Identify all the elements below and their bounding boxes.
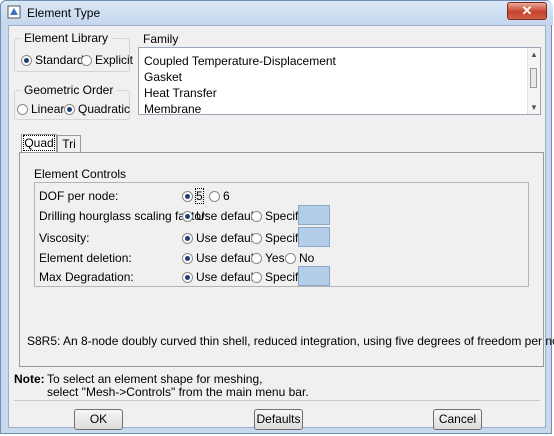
drilling-specify-radio[interactable]: Specify <box>251 209 304 223</box>
element-controls-box: DOF per node: 5 6 Drilling hourglass sca… <box>34 182 529 287</box>
defaults-button[interactable]: Defaults <box>254 409 303 430</box>
degradation-label: Max Degradation: <box>39 270 134 284</box>
degradation-value-field[interactable] <box>298 266 330 286</box>
scroll-down-icon[interactable]: ▼ <box>530 103 538 112</box>
title-bar[interactable]: Element Type ✕ <box>1 1 553 25</box>
note-line-1: To select an element shape for meshing, <box>47 372 263 386</box>
radio-selected-icon <box>182 211 193 222</box>
scroll-thumb[interactable] <box>530 68 537 88</box>
order-linear-radio[interactable]: Linear <box>17 102 64 116</box>
deletion-label: Element deletion: <box>39 251 132 265</box>
app-icon <box>7 5 21 19</box>
geometric-order-group: Geometric Order Linear Quadratic <box>14 83 130 120</box>
radio-unselected-icon <box>251 233 262 244</box>
element-library-group: Element Library Standard Explicit <box>14 31 133 72</box>
radio-selected-icon <box>182 191 193 202</box>
radio-unselected-icon <box>251 211 262 222</box>
close-button[interactable]: ✕ <box>507 2 547 20</box>
deletion-no-radio[interactable]: No <box>285 251 314 265</box>
radio-selected-icon <box>64 104 75 115</box>
divider <box>14 400 540 401</box>
family-item[interactable]: Membrane <box>144 102 201 116</box>
note-line-2: select "Mesh->Controls" from the main me… <box>47 385 309 399</box>
radio-unselected-icon <box>81 55 92 66</box>
dof-5-radio[interactable]: 5 <box>182 188 204 204</box>
radio-unselected-icon <box>251 272 262 283</box>
order-quadratic-radio[interactable]: Quadratic <box>64 102 130 116</box>
family-scrollbar[interactable]: ▲ ▼ <box>527 48 540 114</box>
library-explicit-radio[interactable]: Explicit <box>81 53 133 67</box>
drilling-default-radio[interactable]: Use default <box>182 209 257 223</box>
geometric-order-title: Geometric Order <box>21 83 117 97</box>
element-type-dialog: Element Type ✕ Element Library Standard … <box>0 0 554 434</box>
element-description: S8R5: An 8-node doubly curved thin shell… <box>27 334 554 348</box>
radio-unselected-icon <box>17 104 28 115</box>
close-icon: ✕ <box>521 3 533 18</box>
radio-selected-icon <box>182 272 193 283</box>
cancel-button[interactable]: Cancel <box>433 409 482 430</box>
dialog-body: Element Library Standard Explicit Geomet… <box>8 25 554 430</box>
element-controls-title: Element Controls <box>34 167 127 181</box>
scroll-up-icon[interactable]: ▲ <box>530 50 538 59</box>
family-item[interactable]: Gasket <box>144 70 182 84</box>
viscosity-specify-radio[interactable]: Specify <box>251 231 304 245</box>
window-title: Element Type <box>27 6 101 20</box>
family-listbox[interactable]: Coupled Temperature-Displacement Gasket … <box>138 47 541 116</box>
tab-quad[interactable]: Quad <box>21 134 57 153</box>
library-standard-radio[interactable]: Standard <box>21 53 84 67</box>
family-item[interactable]: Heat Transfer <box>144 86 217 100</box>
drilling-value-field[interactable] <box>298 205 330 225</box>
viscosity-default-radio[interactable]: Use default <box>182 231 257 245</box>
dof-6-radio[interactable]: 6 <box>209 189 230 203</box>
degradation-specify-radio[interactable]: Specify <box>251 270 304 284</box>
radio-selected-icon <box>182 233 193 244</box>
viscosity-value-field[interactable] <box>298 227 330 247</box>
radio-selected-icon <box>182 253 193 264</box>
tab-tri[interactable]: Tri <box>57 135 81 153</box>
family-item[interactable]: Coupled Temperature-Displacement <box>144 54 336 68</box>
quad-tab-panel: Element Controls DOF per node: 5 6 Drill… <box>19 152 554 367</box>
radio-unselected-icon <box>285 253 296 264</box>
family-title: Family <box>143 32 179 46</box>
element-library-title: Element Library <box>21 31 112 45</box>
note-label: Note: <box>14 372 45 386</box>
ok-button[interactable]: OK <box>74 409 123 430</box>
degradation-default-radio[interactable]: Use default <box>182 270 257 284</box>
deletion-default-radio[interactable]: Use default <box>182 251 257 265</box>
radio-unselected-icon <box>209 191 220 202</box>
deletion-yes-radio[interactable]: Yes <box>251 251 285 265</box>
radio-unselected-icon <box>251 253 262 264</box>
dof-label: DOF per node: <box>39 189 119 203</box>
radio-selected-icon <box>21 55 32 66</box>
viscosity-label: Viscosity: <box>39 231 90 245</box>
